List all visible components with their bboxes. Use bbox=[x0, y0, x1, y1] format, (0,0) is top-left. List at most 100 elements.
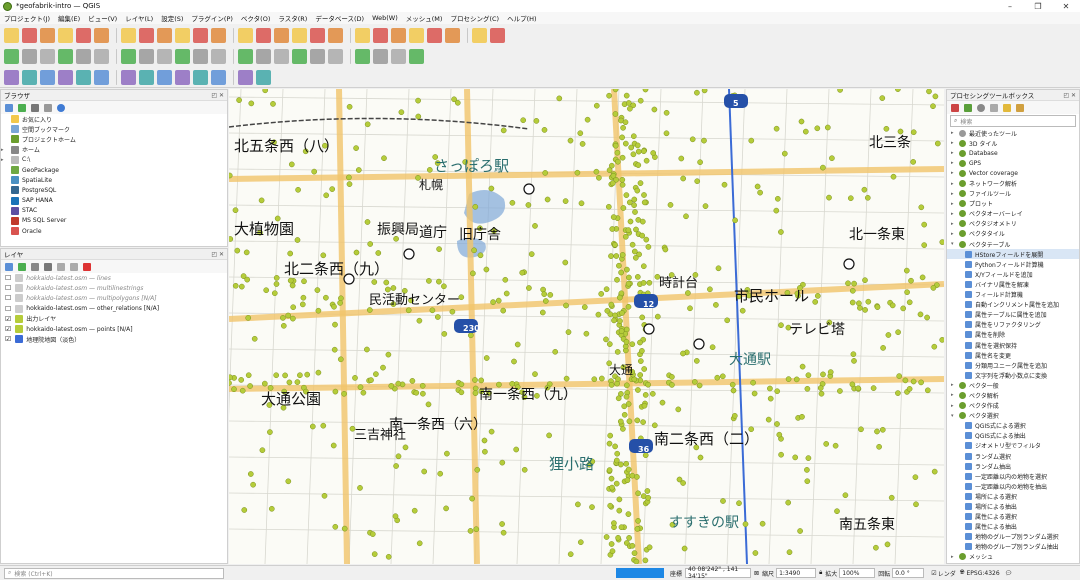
toolbox-algorithm[interactable]: 属性テーブルに属性を追加 bbox=[947, 310, 1079, 320]
browser-item[interactable]: ▸ ホーム bbox=[1, 145, 227, 155]
layer-visibility-checkbox[interactable]: ☐ bbox=[5, 274, 11, 282]
render-checkbox[interactable]: ☑ bbox=[931, 570, 936, 577]
toolbox-algorithm[interactable]: HStoreフィールドを展開 bbox=[947, 249, 1079, 260]
toolbar-button-icon[interactable] bbox=[22, 28, 37, 43]
toolbar-button-icon[interactable] bbox=[193, 49, 208, 64]
chevron-right-icon[interactable]: ▸ bbox=[951, 231, 957, 237]
toolbar-button-icon[interactable] bbox=[328, 49, 343, 64]
toolbox-algorithm[interactable]: 自動インクリメント属性を追加 bbox=[947, 300, 1079, 310]
toolbar-button-icon[interactable] bbox=[139, 28, 154, 43]
toolbar-button-icon[interactable] bbox=[22, 49, 37, 64]
chevron-right-icon[interactable]: ▸ bbox=[951, 392, 957, 398]
toolbar-button-icon[interactable] bbox=[211, 70, 226, 85]
chevron-right-icon[interactable]: ▸ bbox=[951, 181, 957, 187]
toolbar-button-icon[interactable] bbox=[76, 28, 91, 43]
menu-item-6[interactable]: ベクタ(O) bbox=[241, 13, 270, 23]
toolbar-button-icon[interactable] bbox=[4, 28, 19, 43]
crs-icon[interactable]: 🌐︎ bbox=[960, 569, 965, 577]
info-icon[interactable] bbox=[57, 103, 65, 112]
expand-all-icon[interactable] bbox=[57, 262, 65, 271]
menu-item-2[interactable]: ビュー(V) bbox=[88, 13, 117, 23]
toolbox-group[interactable]: ▸ 最近使ったツール bbox=[947, 128, 1079, 138]
toolbar-button-icon[interactable] bbox=[274, 28, 289, 43]
filter-legend-icon[interactable] bbox=[44, 262, 52, 271]
chevron-right-icon[interactable]: ▸ bbox=[951, 403, 957, 409]
toolbar-button-icon[interactable] bbox=[256, 70, 271, 85]
toolbox-algorithm[interactable]: 属性を選択保持 bbox=[947, 340, 1079, 350]
toolbar-button-icon[interactable] bbox=[157, 70, 172, 85]
menu-item-7[interactable]: ラスタ(R) bbox=[278, 13, 307, 23]
layer-visibility-checkbox[interactable]: ☐ bbox=[5, 284, 11, 292]
toolbox-search[interactable]: ⌕ 検索 bbox=[950, 115, 1076, 127]
browser-item[interactable]: お気に入り bbox=[1, 114, 227, 124]
menu-item-10[interactable]: メッシュ(M) bbox=[406, 13, 443, 23]
toolbox-algorithm[interactable]: 一定距離以内の地物を抽出 bbox=[947, 481, 1079, 491]
scale-field[interactable]: 1:3490 bbox=[776, 568, 817, 578]
toolbar-button-icon[interactable] bbox=[76, 70, 91, 85]
map-canvas[interactable]: 北五条西（八） さっぽろ駅 北三条 大植物園 振興局 道庁 旧庁舎 北一条東 北二条西（九） 市民… bbox=[229, 89, 944, 564]
toolbox-group[interactable]: ▸ ファイルツール bbox=[947, 189, 1079, 199]
toolbox-group[interactable]: ▸ GPS bbox=[947, 158, 1079, 168]
chevron-right-icon[interactable]: ▸ bbox=[951, 221, 957, 227]
collapse-all-icon[interactable] bbox=[70, 262, 78, 271]
layer-item[interactable]: ☑ 出力レイヤ bbox=[1, 313, 227, 324]
browser-item[interactable]: SpatiaLite bbox=[1, 175, 227, 185]
toolbox-algorithm[interactable]: ランダム選択 bbox=[947, 451, 1079, 461]
toolbar-button-icon[interactable] bbox=[238, 28, 253, 43]
toolbox-algorithm[interactable]: QGIS式による選択 bbox=[947, 421, 1079, 431]
toolbar-button-icon[interactable] bbox=[256, 49, 271, 64]
toolbox-algorithm[interactable]: Pythonフィールド計算機 bbox=[947, 259, 1079, 269]
toolbar-button-icon[interactable] bbox=[310, 28, 325, 43]
toolbar-button-icon[interactable] bbox=[256, 28, 271, 43]
menu-item-3[interactable]: レイヤ(L) bbox=[125, 13, 153, 23]
toolbar-button-icon[interactable] bbox=[238, 49, 253, 64]
layer-visibility-checkbox[interactable]: ☑ bbox=[5, 335, 11, 343]
browser-item[interactable]: GeoPackage bbox=[1, 165, 227, 175]
toolbar-button-icon[interactable] bbox=[121, 28, 136, 43]
toolbar-button-icon[interactable] bbox=[76, 49, 91, 64]
toolbox-group[interactable]: ▸ プロット bbox=[947, 199, 1079, 209]
toolbar-button-icon[interactable] bbox=[391, 28, 406, 43]
toolbar-button-icon[interactable] bbox=[445, 28, 460, 43]
toolbar-button-icon[interactable] bbox=[391, 49, 406, 64]
toolbar-button-icon[interactable] bbox=[94, 28, 109, 43]
models-icon[interactable] bbox=[951, 103, 959, 112]
toolbar-button-icon[interactable] bbox=[175, 28, 190, 43]
menu-item-5[interactable]: プラグイン(P) bbox=[191, 13, 233, 23]
menu-item-8[interactable]: データベース(D) bbox=[315, 13, 364, 23]
toolbox-group[interactable]: ▸ メッシュ bbox=[947, 552, 1079, 562]
collapse-all-icon[interactable] bbox=[44, 103, 52, 112]
chevron-right-icon[interactable]: ▸ bbox=[951, 201, 957, 207]
menu-item-12[interactable]: ヘルプ(H) bbox=[507, 13, 536, 23]
toolbox-group[interactable]: ▸ ベクタジオメトリ bbox=[947, 219, 1079, 229]
layer-style-icon[interactable] bbox=[5, 262, 13, 271]
visibility-icon[interactable] bbox=[31, 262, 39, 271]
toolbar-button-icon[interactable] bbox=[157, 28, 172, 43]
toggle-extents-icon[interactable]: ⊠ bbox=[754, 570, 759, 577]
toolbar-button-icon[interactable] bbox=[4, 49, 19, 64]
layer-visibility-checkbox[interactable]: ☑ bbox=[5, 325, 11, 333]
toolbar-button-icon[interactable] bbox=[472, 28, 487, 43]
toolbar-button-icon[interactable] bbox=[193, 70, 208, 85]
toolbox-algorithm[interactable]: ランダム抽出 bbox=[947, 461, 1079, 471]
browser-item[interactable]: SAP HANA bbox=[1, 196, 227, 206]
history-icon[interactable] bbox=[977, 103, 985, 112]
toolbox-algorithm[interactable]: 属性による抽出 bbox=[947, 522, 1079, 532]
chevron-right-icon[interactable]: ▸ bbox=[951, 211, 957, 217]
toolbox-group[interactable]: ▸ ベクタ一般 bbox=[947, 380, 1079, 390]
rotation-field[interactable]: 0.0 ° bbox=[892, 568, 925, 578]
toolbox-algorithm[interactable]: 属性による選択 bbox=[947, 512, 1079, 522]
toolbar-button-icon[interactable] bbox=[175, 70, 190, 85]
toolbar-button-icon[interactable] bbox=[238, 70, 253, 85]
chevron-right-icon[interactable]: ▸ bbox=[951, 140, 957, 146]
locator-search[interactable]: ⌕ 検索 (Ctrl+K) bbox=[4, 567, 224, 579]
toolbar-button-icon[interactable] bbox=[4, 70, 19, 85]
panel-close-icon[interactable]: ◰ ✕ bbox=[211, 251, 224, 258]
toolbar-button-icon[interactable] bbox=[373, 28, 388, 43]
toolbox-group[interactable]: ▸ ネットワーク解析 bbox=[947, 178, 1079, 188]
panel-close-icon[interactable]: ◰ ✕ bbox=[211, 92, 224, 99]
toolbox-group[interactable]: ▸ ベクタタイル bbox=[947, 229, 1079, 239]
toolbox-algorithm[interactable]: QGIS式による抽出 bbox=[947, 431, 1079, 441]
browser-item[interactable]: ▸ C:\ bbox=[1, 155, 227, 165]
chevron-right-icon[interactable]: ▸ bbox=[951, 150, 957, 156]
